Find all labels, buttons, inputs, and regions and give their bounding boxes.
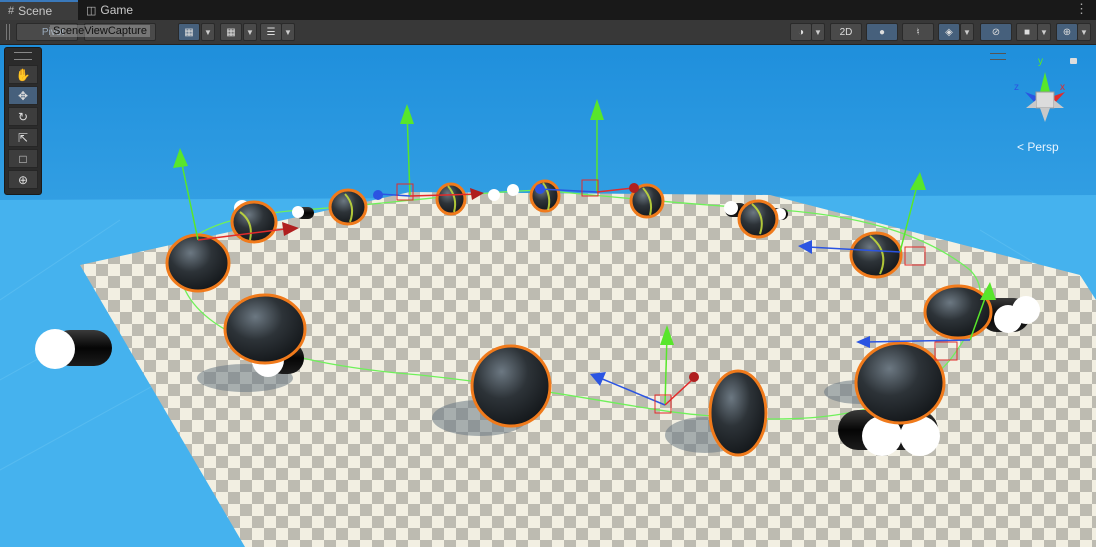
camera-settings-dropdown[interactable]: ▼ bbox=[1037, 23, 1051, 41]
rect-tool-button[interactable]: □ bbox=[8, 149, 38, 168]
lock-icon[interactable] bbox=[1070, 58, 1077, 64]
more-options-icon[interactable]: ⋮ bbox=[1075, 1, 1088, 17]
speaker-mute-icon: ♮ bbox=[916, 26, 920, 38]
hand-tool-button[interactable]: ✋ bbox=[8, 65, 38, 84]
window-tab-bar: # Scene ◫ Game ⋮ bbox=[0, 0, 1096, 20]
scene-viewport[interactable]: y x z bbox=[0, 45, 1096, 547]
gizmos-dropdown[interactable]: ▼ bbox=[1077, 23, 1091, 41]
orientation-gizmo-menu-icon[interactable] bbox=[990, 53, 1006, 60]
gizmo-z-label: z bbox=[1014, 82, 1019, 93]
tools-overlay: ✋ ✥ ↻ ⇱ □ ⊕ bbox=[4, 47, 42, 195]
lightbulb-icon: ● bbox=[878, 26, 886, 38]
gizmo-x-label: x bbox=[1060, 82, 1065, 93]
tab-game[interactable]: ◫ Game bbox=[80, 0, 150, 20]
tab-scene[interactable]: # Scene bbox=[0, 0, 78, 20]
grid-snapping-dropdown[interactable]: ▼ bbox=[201, 23, 215, 41]
move-arrows-icon: ✥ bbox=[17, 88, 29, 103]
projection-label: Persp bbox=[1027, 140, 1059, 154]
hand-icon: ✋ bbox=[15, 67, 31, 82]
grid-icon: # bbox=[8, 5, 15, 17]
rotate-tool-button[interactable]: ↻ bbox=[8, 107, 38, 126]
effects-dropdown[interactable]: ▼ bbox=[960, 23, 974, 41]
scene-toolbar: Pivot ▦ ▼ ▦ ▼ ☰ ▼ ◑ ▼ 2D ● ♮ ◈ ▼ ⊘ ■ ▼ ⊕… bbox=[0, 20, 1096, 45]
toolbar-grip[interactable] bbox=[6, 24, 10, 40]
gamepad-icon: ◫ bbox=[86, 4, 97, 17]
camera-settings-button[interactable]: ■ bbox=[1016, 23, 1038, 41]
scene-render: y x z bbox=[0, 45, 1096, 547]
audio-toggle[interactable]: ♮ bbox=[902, 23, 934, 41]
draw-mode-dropdown[interactable]: ▼ bbox=[811, 23, 825, 41]
camera-icon: ■ bbox=[1023, 26, 1031, 38]
lighting-toggle[interactable]: ● bbox=[866, 23, 898, 41]
scene-visibility-toggle[interactable]: ⊘ bbox=[980, 23, 1012, 41]
layers-icon: ◈ bbox=[945, 26, 953, 38]
scene-view-capture-overlay: SceneViewCapture bbox=[50, 25, 150, 37]
tools-overlay-grip[interactable] bbox=[14, 52, 32, 60]
scale-tool-button[interactable]: ⇱ bbox=[8, 128, 38, 147]
mode-2d-label: 2D bbox=[839, 26, 853, 38]
rect-icon: □ bbox=[19, 151, 27, 166]
mode-2d-button[interactable]: 2D bbox=[830, 23, 862, 41]
increment-snap-dropdown[interactable]: ▼ bbox=[243, 23, 257, 41]
gizmo-y-label: y bbox=[1038, 56, 1043, 67]
projection-chevron-icon: < bbox=[1017, 140, 1025, 154]
increment-snap-toggle[interactable]: ▦ bbox=[220, 23, 242, 41]
grid-snapping-toggle[interactable]: ▦ bbox=[178, 23, 200, 41]
grid-visibility-dropdown[interactable]: ▼ bbox=[281, 23, 295, 41]
transform-tool-button[interactable]: ⊕ bbox=[8, 170, 38, 189]
projection-toggle[interactable]: < Persp bbox=[1017, 140, 1059, 154]
gizmo-globe-icon: ⊕ bbox=[1062, 26, 1072, 38]
effects-toggle[interactable]: ◈ bbox=[938, 23, 960, 41]
rotate-icon: ↻ bbox=[17, 109, 29, 124]
move-tool-button[interactable]: ✥ bbox=[8, 86, 38, 105]
tab-game-label: Game bbox=[100, 3, 134, 17]
eye-off-icon: ⊘ bbox=[991, 26, 1001, 38]
grid-visibility-toggle[interactable]: ☰ bbox=[260, 23, 282, 41]
draw-mode-button[interactable]: ◑ bbox=[790, 23, 812, 41]
transform-icon: ⊕ bbox=[17, 172, 29, 187]
gizmos-toggle[interactable]: ⊕ bbox=[1056, 23, 1078, 41]
scale-icon: ⇱ bbox=[17, 130, 29, 145]
tab-scene-label: Scene bbox=[18, 4, 53, 18]
